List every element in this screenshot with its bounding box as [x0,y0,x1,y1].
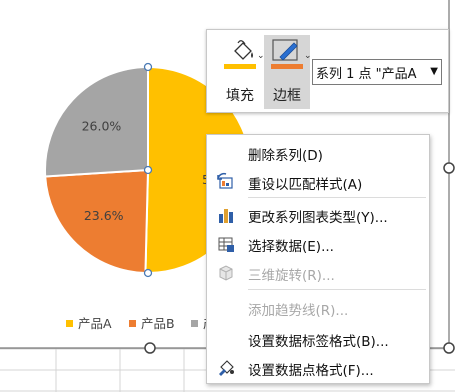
legend-label: 产品A [78,316,112,331]
context-menu: 删除系列(D) 重设以匹配样式(A) 更改系列图表类型(Y)... 选择数据(E… [206,134,430,384]
menu-item-label: 重设以匹配样式(A) [248,177,363,193]
data-label[interactable]: 23.6% [84,208,124,223]
format-point-icon [219,360,234,376]
select-data-icon [218,237,234,252]
legend-swatch [66,320,73,327]
menu-item-label: 选择数据(E)... [248,239,334,255]
legend-item-a[interactable]: 产品A [66,313,112,332]
fill-button[interactable]: ⌄ 填充 [217,35,265,109]
chart-resize-handle[interactable] [443,342,455,354]
menu-item-add-trendline: 添加趋势线(R)... [207,295,429,321]
menu-item-reset-style[interactable]: 重设以匹配样式(A) [207,169,429,195]
menu-item-3d-rotation: 三维旋转(R)... [207,260,429,286]
series-point-select[interactable]: 系列 1 点 "产品A ▼ [312,59,442,85]
menu-item-format-data-labels[interactable]: 设置数据标签格式(B)... [207,326,429,352]
chart-type-icon [219,209,233,223]
series-select-value: 系列 1 点 "产品A [316,67,417,82]
menu-item-label: 三维旋转(R)... [248,268,335,284]
format-mini-toolbar: ⌄ 填充 ⌄ 边框 系列 1 点 "产品A ▼ [206,29,449,113]
slice-selection-handle[interactable] [143,62,153,72]
menu-item-label: 设置数据点格式(F)... [248,363,374,379]
menu-item-label: 设置数据标签格式(B)... [248,334,389,350]
menu-separator [248,289,426,290]
menu-item-label: 添加趋势线(R)... [248,303,349,319]
menu-item-label: 更改系列图表类型(Y)... [248,210,388,226]
data-label[interactable]: 26.0% [82,118,122,133]
chart-resize-handle[interactable] [144,342,156,354]
3d-rotation-icon [219,265,233,281]
reset-style-icon [217,172,233,189]
menu-item-format-data-point[interactable]: 设置数据点格式(F)... [207,355,429,381]
chart-resize-handle[interactable] [443,162,455,174]
menu-separator [248,197,426,198]
border-button[interactable]: ⌄ 边框 [264,35,312,109]
chevron-down-icon[interactable]: ⌄ [304,51,312,61]
dropdown-caret-icon: ▼ [430,66,438,77]
menu-item-change-chart-type[interactable]: 更改系列图表类型(Y)... [207,202,429,228]
legend-item-b[interactable]: 产品B [129,313,175,332]
fill-label: 填充 [226,88,254,104]
menu-item-delete-series[interactable]: 删除系列(D) [207,140,429,166]
slice-selection-handle[interactable] [143,268,153,278]
legend-swatch [129,320,136,327]
legend-label: 产品B [141,316,175,331]
menu-item-select-data[interactable]: 选择数据(E)... [207,231,429,257]
slice-selection-handle[interactable] [143,165,153,175]
menu-item-label: 删除系列(D) [248,148,323,164]
border-label: 边框 [273,88,301,104]
legend-swatch [191,320,198,327]
